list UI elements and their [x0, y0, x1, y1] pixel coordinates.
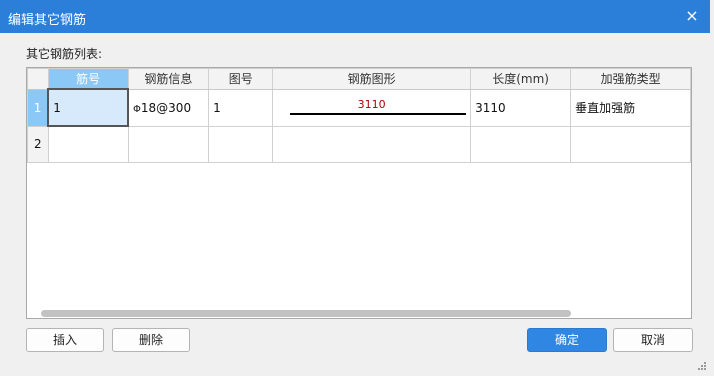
- column-header-figure-no[interactable]: 图号: [208, 68, 274, 90]
- edit-other-rebar-dialog: 编辑其它钢筋 × 其它钢筋列表: 筋号 钢筋信息 图号 钢筋图形 长度(mm) …: [0, 0, 714, 376]
- column-header-rebar-shape[interactable]: 钢筋图形: [272, 68, 472, 90]
- cell-figure-no[interactable]: [208, 125, 274, 163]
- dialog-titlebar[interactable]: 编辑其它钢筋 ×: [0, 0, 710, 33]
- horizontal-scrollbar[interactable]: [41, 310, 571, 317]
- rebar-list-label: 其它钢筋列表:: [26, 47, 103, 61]
- dialog-title: 编辑其它钢筋: [8, 13, 87, 28]
- grid-corner[interactable]: [27, 68, 49, 90]
- rebar-grid[interactable]: 筋号 钢筋信息 图号 钢筋图形 长度(mm) 加强筋类型 1 1 Φ18@300…: [26, 67, 692, 319]
- column-header-reinforcement-type[interactable]: 加强筋类型: [570, 68, 691, 90]
- cell-rebar-shape[interactable]: [272, 125, 472, 163]
- column-header-length[interactable]: 长度(mm): [470, 68, 572, 90]
- cell-rebar-info[interactable]: Φ18@300: [127, 88, 210, 127]
- cell-bar-no[interactable]: [47, 125, 129, 163]
- cell-length[interactable]: 3110: [470, 88, 572, 127]
- rebar-table: 筋号 钢筋信息 图号 钢筋图形 长度(mm) 加强筋类型 1 1 Φ18@300…: [27, 68, 691, 163]
- cell-figure-no[interactable]: 1: [208, 88, 274, 127]
- table-row[interactable]: 2: [27, 125, 691, 163]
- delete-button[interactable]: 删除: [112, 328, 190, 352]
- column-header-bar-no[interactable]: 筋号: [47, 68, 129, 90]
- column-header-rebar-info[interactable]: 钢筋信息: [127, 68, 210, 90]
- cancel-button[interactable]: 取消: [613, 328, 693, 352]
- rebar-grade-icon: Φ: [133, 103, 141, 115]
- table-row[interactable]: 1 1 Φ18@300 1 3110 3110 垂直加强筋: [27, 88, 691, 127]
- cell-reinforcement-type[interactable]: 垂直加强筋: [570, 88, 691, 127]
- cell-bar-no[interactable]: 1: [47, 88, 130, 127]
- cell-reinforcement-type[interactable]: [570, 125, 691, 163]
- row-header[interactable]: 1: [27, 88, 49, 127]
- insert-button[interactable]: 插入: [26, 328, 104, 352]
- ok-button[interactable]: 确定: [527, 328, 607, 352]
- cell-length[interactable]: [470, 125, 572, 163]
- cell-rebar-info[interactable]: [127, 125, 210, 163]
- shape-dimension-label: 3110: [357, 97, 386, 111]
- rebar-shape-line: [290, 112, 467, 115]
- row-header[interactable]: 2: [27, 125, 49, 163]
- resize-grip-icon[interactable]: [696, 360, 706, 370]
- rebar-info-text: 18@300: [140, 100, 192, 115]
- cell-rebar-shape[interactable]: 3110: [272, 88, 472, 127]
- close-icon[interactable]: ×: [682, 6, 702, 26]
